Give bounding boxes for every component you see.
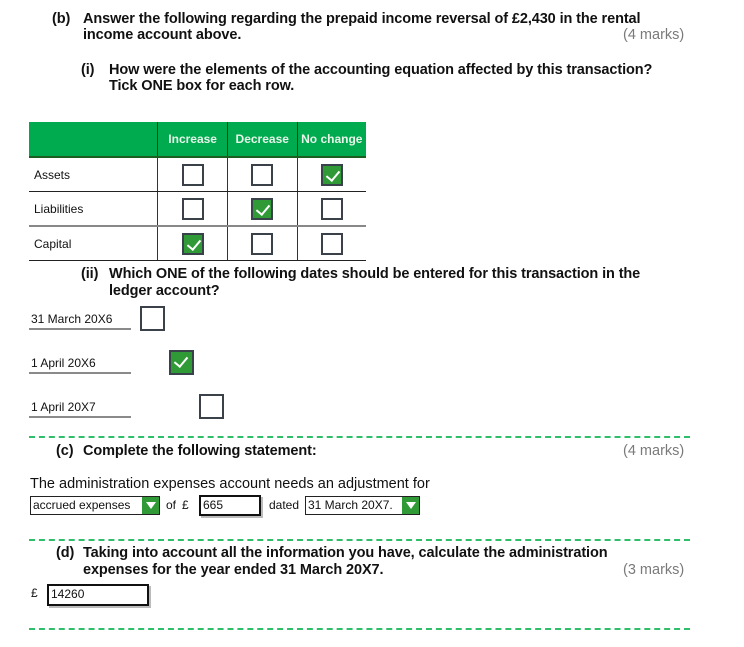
part-d-label: (d): [56, 545, 75, 561]
part-b-ii-line2: ledger account?: [109, 283, 220, 299]
section-divider: [29, 628, 690, 630]
checkbox-date-1-april-20x7[interactable]: [198, 394, 224, 419]
table-row-capital: Capital: [29, 226, 366, 261]
checkbox-liabilities-no-change[interactable]: [320, 197, 343, 220]
checkbox-liabilities-decrease[interactable]: [251, 197, 274, 220]
part-c-question: Complete the following statement:: [83, 443, 317, 459]
date-option-label: 31 March 20X6: [29, 309, 131, 330]
checkbox-capital-no-change[interactable]: [320, 232, 343, 255]
adjustment-amount-input[interactable]: 665: [199, 495, 261, 516]
row-label: Capital: [29, 226, 158, 261]
table-row-liabilities: Liabilities: [29, 191, 366, 227]
part-b-ii-label: (ii): [81, 266, 99, 282]
table-header-row: Increase Decrease No change: [29, 122, 366, 158]
adjustment-date-select[interactable]: 31 March 20X7.: [305, 496, 420, 515]
row-label: Assets: [29, 157, 158, 192]
part-b-question-line1: Answer the following regarding the prepa…: [83, 11, 641, 27]
part-b-ii-line1: Which ONE of the following dates should …: [109, 266, 641, 282]
part-b-question-line2: income account above.: [83, 27, 242, 43]
part-c-statement: The administration expenses account need…: [30, 476, 430, 492]
table-row-assets: Assets: [29, 157, 366, 192]
dropdown-arrow-icon[interactable]: [399, 497, 419, 514]
checkbox-capital-increase[interactable]: [181, 232, 204, 255]
part-d-line2: expenses for the year ended 31 March 20X…: [83, 562, 384, 578]
checkbox-capital-decrease[interactable]: [251, 232, 274, 255]
currency-symbol: £: [31, 586, 38, 600]
part-b-marks: (4 marks): [623, 27, 685, 43]
row-label: Liabilities: [29, 191, 158, 227]
header-no-change: No change: [296, 122, 366, 158]
part-b-i-line2: Tick ONE box for each row.: [109, 78, 295, 94]
checkbox-assets-decrease[interactable]: [251, 163, 274, 186]
part-c-label: (c): [56, 443, 74, 459]
checkbox-assets-no-change[interactable]: [320, 163, 343, 186]
date-option-label: 1 April 20X6: [29, 353, 131, 374]
section-divider: [29, 539, 690, 541]
checkbox-liabilities-increase[interactable]: [181, 197, 204, 220]
header-increase: Increase: [157, 122, 228, 158]
part-d-marks: (3 marks): [623, 562, 685, 578]
part-b-label: (b): [52, 11, 71, 27]
admin-expenses-answer-input[interactable]: 14260: [47, 584, 149, 606]
adjustment-type-select[interactable]: accrued expenses: [30, 496, 160, 515]
checkbox-date-1-april-20x6[interactable]: [169, 350, 195, 375]
header-blank: [29, 122, 158, 158]
dropdown-arrow-icon[interactable]: [139, 497, 159, 514]
part-b-i-label: (i): [81, 62, 95, 78]
part-b-i-line1: How were the elements of the accounting …: [109, 62, 653, 78]
part-d-line1: Taking into account all the information …: [83, 545, 608, 561]
checkbox-date-31-march-20x6[interactable]: [140, 306, 165, 331]
dated-text: dated: [269, 498, 300, 512]
adjustment-date-value: 31 March 20X7.: [308, 498, 393, 512]
currency-symbol: £: [182, 498, 189, 512]
header-decrease: Decrease: [226, 122, 298, 158]
accounting-equation-table: Increase Decrease No change Assets Liabi…: [29, 122, 366, 261]
section-divider: [29, 436, 690, 438]
of-text: of: [166, 498, 177, 512]
adjustment-type-value: accrued expenses: [33, 498, 131, 512]
part-c-marks: (4 marks): [623, 443, 685, 459]
checkbox-assets-increase[interactable]: [181, 163, 204, 186]
date-option-label: 1 April 20X7: [29, 397, 131, 418]
